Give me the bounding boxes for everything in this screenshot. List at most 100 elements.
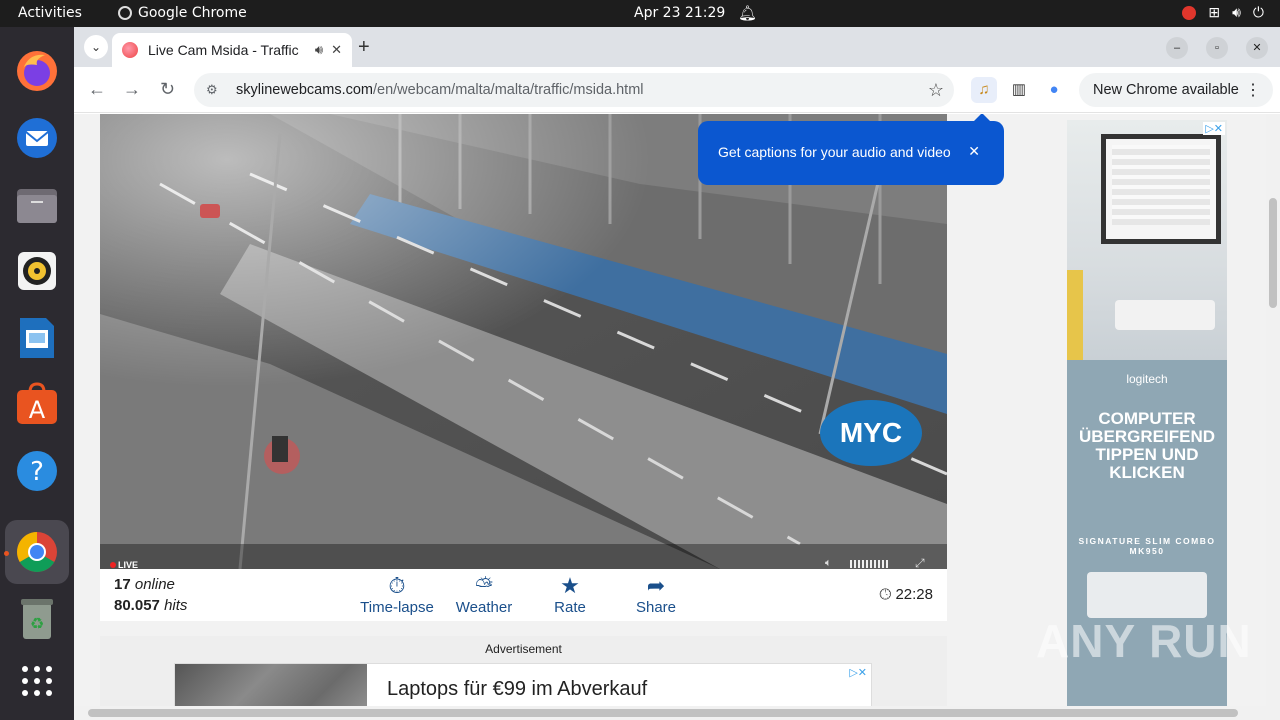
menu-icon[interactable]: ⋮ (1245, 80, 1261, 100)
volume-icon: 🔊︎ (1232, 4, 1241, 20)
time-value: 22:28 (895, 586, 933, 603)
maximize-button[interactable]: ▫ (1206, 37, 1228, 59)
svg-text:♻: ♻ (30, 614, 44, 633)
svg-text:A: A (29, 396, 46, 424)
weather-button[interactable]: ⛅︎ Weather (439, 573, 529, 616)
live-badge: LIVE (110, 560, 138, 569)
brand-logo: logitech (1126, 372, 1168, 386)
help-icon[interactable]: ? (13, 447, 61, 495)
tab-search-icon[interactable]: ⌄ (84, 35, 108, 59)
keyboard-image (1115, 300, 1215, 330)
chrome-icon[interactable] (5, 520, 69, 584)
ad-photo (1067, 120, 1227, 360)
weather-label: Weather (455, 599, 513, 616)
star-icon: ★ (560, 573, 580, 598)
clock-icon: 🕓︎ (879, 586, 892, 603)
tab-title: Live Cam Msida - Traffic (148, 42, 299, 58)
page-content: MYC LIVE 🔈︎ ⤢ 17 online 80.057 hits ⏱︎ T… (74, 114, 1280, 720)
favicon (122, 42, 138, 58)
system-tray[interactable]: ⊞ 🔊︎ ⏻ (1182, 4, 1264, 21)
svg-text:?: ? (30, 457, 44, 487)
tab-strip: ⌄ Live Cam Msida - Traffic 🔊︎ ✕ + – ▫ ✕ (74, 27, 1280, 67)
scroll-thumb[interactable] (1269, 198, 1277, 308)
fullscreen-icon[interactable]: ⤢ (915, 556, 925, 569)
tab-audio-icon[interactable]: 🔊︎ (315, 42, 323, 58)
adchoices-icon[interactable]: ▷✕ (1203, 122, 1225, 135)
online-count: 17 (114, 576, 131, 593)
scroll-thumb-h[interactable] (88, 709, 1238, 717)
new-tab-button[interactable]: + (358, 36, 370, 59)
toolbar: ← → ↻ ⚙ skylinewebcams.com/en/webcam/mal… (74, 67, 1280, 113)
ad-label: Advertisement (485, 642, 562, 656)
site-info-icon[interactable]: ⚙ (206, 82, 224, 98)
minimize-button[interactable]: – (1166, 37, 1188, 59)
live-label: LIVE (118, 560, 139, 569)
bell-icon: 🔔︎ (738, 5, 758, 22)
forward-button[interactable]: → (123, 79, 141, 100)
hits-label: hits (164, 597, 188, 614)
bookmark-star-icon[interactable]: ☆ (928, 80, 944, 101)
hits-count: 80.057 (114, 597, 160, 614)
close-tooltip-icon[interactable]: ✕ (968, 143, 980, 160)
new-chrome-label: New Chrome available (1093, 82, 1239, 98)
address-bar[interactable]: ⚙ skylinewebcams.com/en/webcam/malta/mal… (194, 73, 954, 107)
thunderbird-icon[interactable] (13, 114, 61, 162)
rhythmbox-icon[interactable] (13, 247, 61, 295)
volume-slider[interactable] (850, 560, 890, 568)
hits-stat: 80.057 hits (114, 597, 187, 614)
tooltip-arrow (974, 114, 990, 121)
myc-logo: MYC (820, 400, 922, 466)
timelapse-label: Time-lapse (360, 599, 434, 616)
record-icon (1182, 5, 1197, 20)
live-dot-icon (110, 562, 116, 568)
app-center-icon[interactable]: A (13, 380, 61, 428)
activities-button[interactable]: Activities (18, 5, 82, 21)
app-name: Google Chrome (138, 5, 247, 21)
captions-tooltip: Get captions for your audio and video ✕ (698, 114, 1004, 185)
product-image (1087, 572, 1207, 618)
player-info-bar: 17 online 80.057 hits ⏱︎ Time-lapse ⛅︎ W… (100, 569, 947, 621)
files-icon[interactable] (13, 181, 61, 229)
top-bar: Activities Google Chrome Apr 23 21:29 🔔︎… (0, 0, 1280, 27)
firefox-icon[interactable] (13, 47, 61, 95)
url-host: skylinewebcams.com (236, 82, 373, 98)
chrome-small-icon (118, 6, 132, 20)
tab-close-icon[interactable]: ✕ (331, 42, 342, 58)
local-time: 🕓︎ 22:28 (879, 586, 933, 603)
close-window-button[interactable]: ✕ (1246, 37, 1268, 59)
reload-button[interactable]: ↻ (160, 79, 175, 100)
network-icon: ⊞ (1208, 4, 1221, 20)
ad-banner-text: Laptops für €99 im Abverkauf (387, 678, 648, 700)
monitor-image (1101, 134, 1221, 244)
weather-icon: ⛅︎ (475, 573, 493, 598)
spreadsheet-image (1112, 145, 1210, 225)
clock[interactable]: Apr 23 21:29 (634, 5, 725, 21)
trash-icon[interactable]: ♻ (13, 595, 61, 643)
ad-headline: COMPUTER ÜBERGREIFEND TIPPEN UND KLICKEN (1078, 409, 1215, 482)
rate-button[interactable]: ★ Rate (525, 573, 615, 616)
writer-icon[interactable] (13, 314, 61, 362)
side-panel-icon[interactable]: ▥ (1006, 77, 1032, 103)
person-image (1067, 270, 1083, 360)
media-controls-icon[interactable]: ♫ (971, 77, 997, 103)
url-path: /en/webcam/malta/malta/traffic/msida.htm… (373, 82, 644, 98)
horizontal-scrollbar[interactable] (74, 706, 1266, 720)
new-chrome-button[interactable]: New Chrome available ⋮ (1079, 73, 1273, 107)
online-label: online (134, 576, 175, 593)
online-stat: 17 online (114, 576, 175, 593)
back-button[interactable]: ← (88, 79, 106, 100)
app-grid-icon[interactable] (13, 657, 61, 705)
tab-active[interactable]: Live Cam Msida - Traffic 🔊︎ ✕ (112, 33, 352, 67)
vertical-scrollbar[interactable] (1266, 114, 1280, 720)
app-menu[interactable]: Google Chrome (118, 5, 247, 21)
profile-icon[interactable]: ● (1041, 77, 1067, 103)
rate-label: Rate (554, 599, 586, 616)
timelapse-button[interactable]: ⏱︎ Time-lapse (352, 573, 442, 616)
share-button[interactable]: ➦ Share (611, 573, 701, 616)
chrome-window: ⌄ Live Cam Msida - Traffic 🔊︎ ✕ + – ▫ ✕ … (74, 27, 1280, 720)
mute-icon[interactable]: 🔈︎ (825, 557, 832, 569)
tooltip-text: Get captions for your audio and video (718, 144, 951, 160)
adchoices-icon[interactable]: ▷✕ (849, 666, 867, 679)
share-icon: ➦ (646, 573, 666, 598)
share-label: Share (635, 599, 677, 616)
